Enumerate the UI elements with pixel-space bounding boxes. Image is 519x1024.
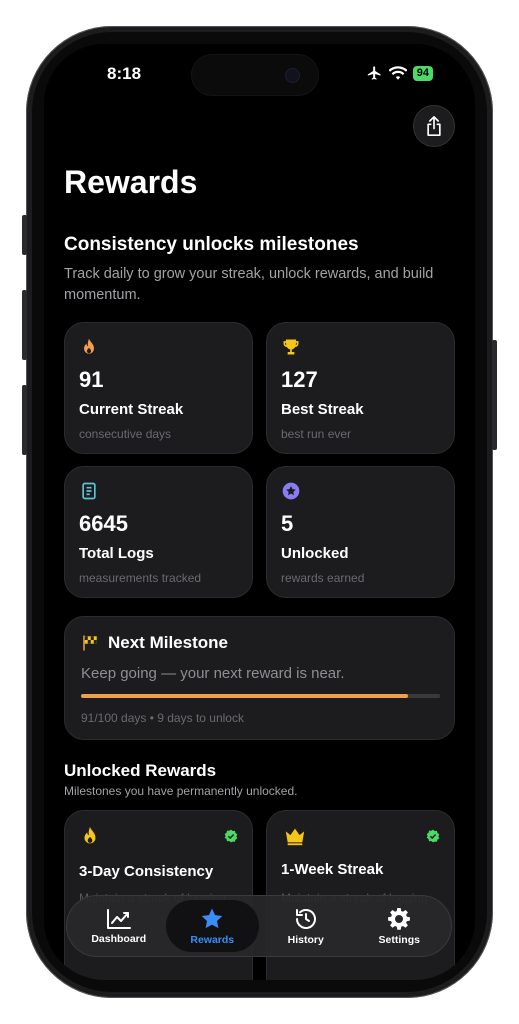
reward-title: 1-Week Streak — [281, 861, 384, 878]
dynamic-island — [191, 54, 319, 96]
share-icon — [427, 116, 441, 137]
tab-settings[interactable]: Settings — [353, 900, 447, 952]
star-badge-icon — [282, 482, 300, 500]
check-badge-icon — [426, 829, 440, 843]
unlocked-rewards-title: Unlocked Rewards — [64, 761, 217, 780]
star-icon — [201, 908, 223, 928]
crown-icon — [285, 828, 305, 846]
milestone-message: Keep going — your next reward is near. — [81, 665, 345, 682]
tab-dashboard[interactable]: Dashboard — [72, 900, 166, 952]
chart-icon — [106, 908, 131, 929]
tab-label: Settings — [378, 933, 420, 946]
stat-caption: measurements tracked — [79, 571, 202, 585]
milestone-progress-fill — [81, 694, 408, 698]
stat-caption: best run ever — [281, 427, 352, 441]
camera-icon — [285, 68, 300, 83]
section-heading: Consistency unlocks milestones — [64, 234, 359, 255]
stat-card-unlocked: 5 Unlocked rewards earned — [266, 466, 455, 598]
stat-label: Unlocked — [281, 545, 349, 562]
stat-value: 6645 — [79, 511, 128, 536]
share-button[interactable] — [413, 105, 455, 147]
tab-label: History — [287, 933, 324, 946]
notebook-icon — [82, 482, 96, 500]
section-subtitle: Track daily to grow your streak, unlock … — [64, 266, 434, 303]
stat-caption: consecutive days — [79, 427, 172, 441]
unlocked-rewards-subtitle: Milestones you have permanently unlocked… — [64, 784, 298, 798]
tab-history[interactable]: History — [259, 900, 353, 952]
milestone-progress-bar — [81, 694, 440, 698]
tab-rewards[interactable]: Rewards — [165, 900, 259, 952]
stat-label: Current Streak — [79, 401, 184, 418]
next-milestone-card: Next Milestone Keep going — your next re… — [64, 616, 455, 740]
status-time: 8:18 — [107, 64, 142, 83]
stat-value: 5 — [281, 511, 294, 536]
trophy-icon — [283, 339, 299, 355]
tab-label: Rewards — [190, 933, 235, 946]
checkered-flag-icon — [83, 635, 97, 651]
flame-icon — [84, 338, 94, 354]
milestone-title: Next Milestone — [108, 633, 228, 652]
stat-card-best-streak: 127 Best Streak best run ever — [266, 322, 455, 454]
stat-label: Total Logs — [79, 545, 154, 562]
page-title: Rewards — [64, 164, 198, 200]
stat-value: 127 — [281, 367, 318, 392]
reward-title: 3-Day Consistency — [79, 863, 214, 880]
stat-card-current-streak: 91 Current Streak consecutive days — [64, 322, 253, 454]
stat-caption: rewards earned — [281, 571, 365, 585]
action-button — [22, 215, 27, 255]
flame-icon — [84, 826, 96, 844]
stat-value: 91 — [79, 367, 104, 392]
volume-up-button — [22, 290, 27, 360]
stat-card-total-logs: 6645 Total Logs measurements tracked — [64, 466, 253, 598]
battery-icon: 94 — [412, 65, 433, 81]
history-icon — [295, 908, 316, 929]
gear-icon — [388, 907, 411, 930]
status-icons: 94 — [366, 65, 433, 81]
tab-label: Dashboard — [91, 932, 147, 945]
app-screen: 8:18 94 Rewards Consistency unlocks mile… — [44, 44, 475, 980]
milestone-caption: 91/100 days • 9 days to unlock — [81, 711, 244, 725]
airplane-icon — [367, 66, 381, 80]
wifi-icon — [388, 66, 407, 80]
check-badge-icon — [224, 829, 238, 843]
power-button — [492, 340, 497, 450]
tab-bar: Dashboard Rewards History Settings — [66, 895, 452, 957]
stat-label: Best Streak — [281, 401, 364, 418]
volume-down-button — [22, 385, 27, 455]
